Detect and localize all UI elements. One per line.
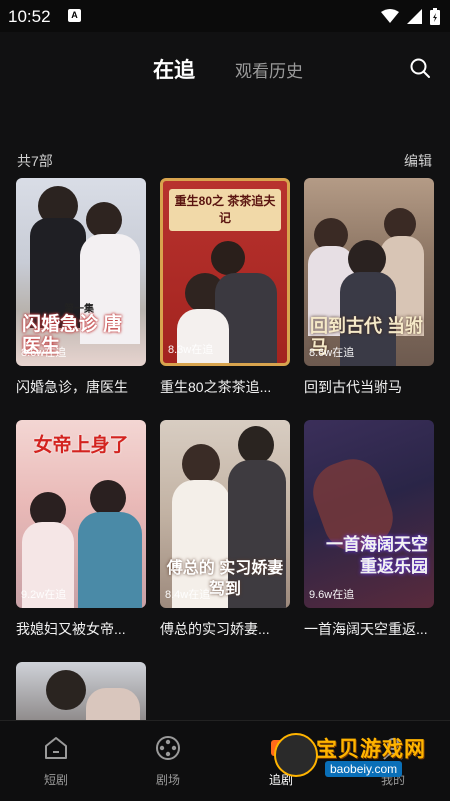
film-reel-icon — [156, 736, 180, 760]
series-count: 共7部 — [17, 153, 53, 169]
nav-theater[interactable]: 剧场 — [123, 721, 213, 801]
status-time: 10:52 — [8, 7, 51, 26]
series-title[interactable]: 回到古代当驸马 — [304, 377, 434, 397]
nav-shorts[interactable]: 短剧 — [11, 721, 101, 801]
poster-episode-label: 第一集 — [64, 304, 94, 315]
follow-count-badge: 8.3w在追 — [168, 344, 214, 356]
battery-icon — [430, 8, 440, 25]
series-title[interactable]: 重生80之茶茶追... — [160, 377, 290, 397]
series-card[interactable]: 一首海阔天空 重返乐园 9.6w在追 一首海阔天空重返... — [304, 420, 434, 639]
series-poster[interactable]: 女帝上身了 9.2w在追 — [16, 420, 146, 608]
series-poster[interactable]: 第一集 闪婚急诊 唐医生 8.6w在追 — [16, 178, 146, 366]
home-icon — [45, 737, 67, 759]
series-card[interactable]: 第一集 闪婚急诊 唐医生 8.6w在追 闪婚急诊，唐医生 — [16, 178, 146, 397]
nav-label: 剧场 — [155, 773, 180, 787]
series-card[interactable]: 女帝上身了 9.2w在追 我媳妇又被女帝... — [16, 420, 146, 639]
wifi-icon — [381, 9, 399, 23]
series-poster[interactable]: 重生80之 茶茶追夫记 8.3w在追 — [160, 178, 290, 366]
series-title[interactable]: 闪婚急诊，唐医生 — [16, 377, 146, 397]
series-card[interactable]: 重生80之 茶茶追夫记 8.3w在追 重生80之茶茶追... — [160, 178, 290, 397]
series-title[interactable]: 我媳妇又被女帝... — [16, 619, 146, 639]
series-card[interactable]: 傅总的 实习娇妻驾到 8.4w在追 傅总的实习娇妻... — [160, 420, 290, 639]
tab-following[interactable]: 在追 — [153, 54, 195, 84]
series-poster[interactable]: 傅总的 实习娇妻驾到 8.4w在追 — [160, 420, 290, 608]
series-title[interactable]: 傅总的实习娇妻... — [160, 619, 290, 639]
watermark: 宝贝游戏网 baobeiy.com — [270, 727, 440, 787]
poster-title: 一首海阔天空 重返乐园 — [326, 535, 428, 576]
watermark-text: 宝贝游戏网 — [316, 738, 426, 761]
series-poster[interactable]: 一首海阔天空 重返乐园 9.6w在追 — [304, 420, 434, 608]
search-icon[interactable] — [408, 56, 432, 80]
notification-icon: A — [68, 9, 81, 22]
series-poster[interactable] — [16, 662, 146, 722]
status-bar: 10:52 A — [0, 0, 450, 32]
nav-label: 短剧 — [43, 773, 68, 787]
watermark-logo-icon — [274, 733, 318, 777]
series-card[interactable]: 回到古代 当驸马 8.6w在追 回到古代当驸马 — [304, 178, 434, 397]
poster-title: 女帝上身了 — [33, 435, 129, 456]
tab-watch-history[interactable]: 观看历史 — [235, 57, 303, 82]
follow-count-badge: 8.6w在追 — [21, 347, 67, 359]
edit-button[interactable]: 编辑 — [404, 151, 432, 171]
series-card[interactable] — [16, 662, 146, 722]
follow-count-badge: 9.2w在追 — [21, 589, 67, 601]
system-icons — [381, 8, 440, 25]
follow-count-badge: 8.4w在追 — [165, 589, 211, 601]
header — [0, 32, 450, 142]
watermark-url: baobeiy.com — [325, 761, 403, 777]
follow-count-badge: 9.6w在追 — [309, 589, 355, 601]
series-poster[interactable]: 回到古代 当驸马 8.6w在追 — [304, 178, 434, 366]
series-title[interactable]: 一首海阔天空重返... — [304, 619, 434, 639]
follow-count-badge: 8.6w在追 — [309, 347, 355, 359]
poster-title: 重生80之 茶茶追夫记 — [169, 189, 281, 231]
signal-icon — [407, 9, 422, 24]
